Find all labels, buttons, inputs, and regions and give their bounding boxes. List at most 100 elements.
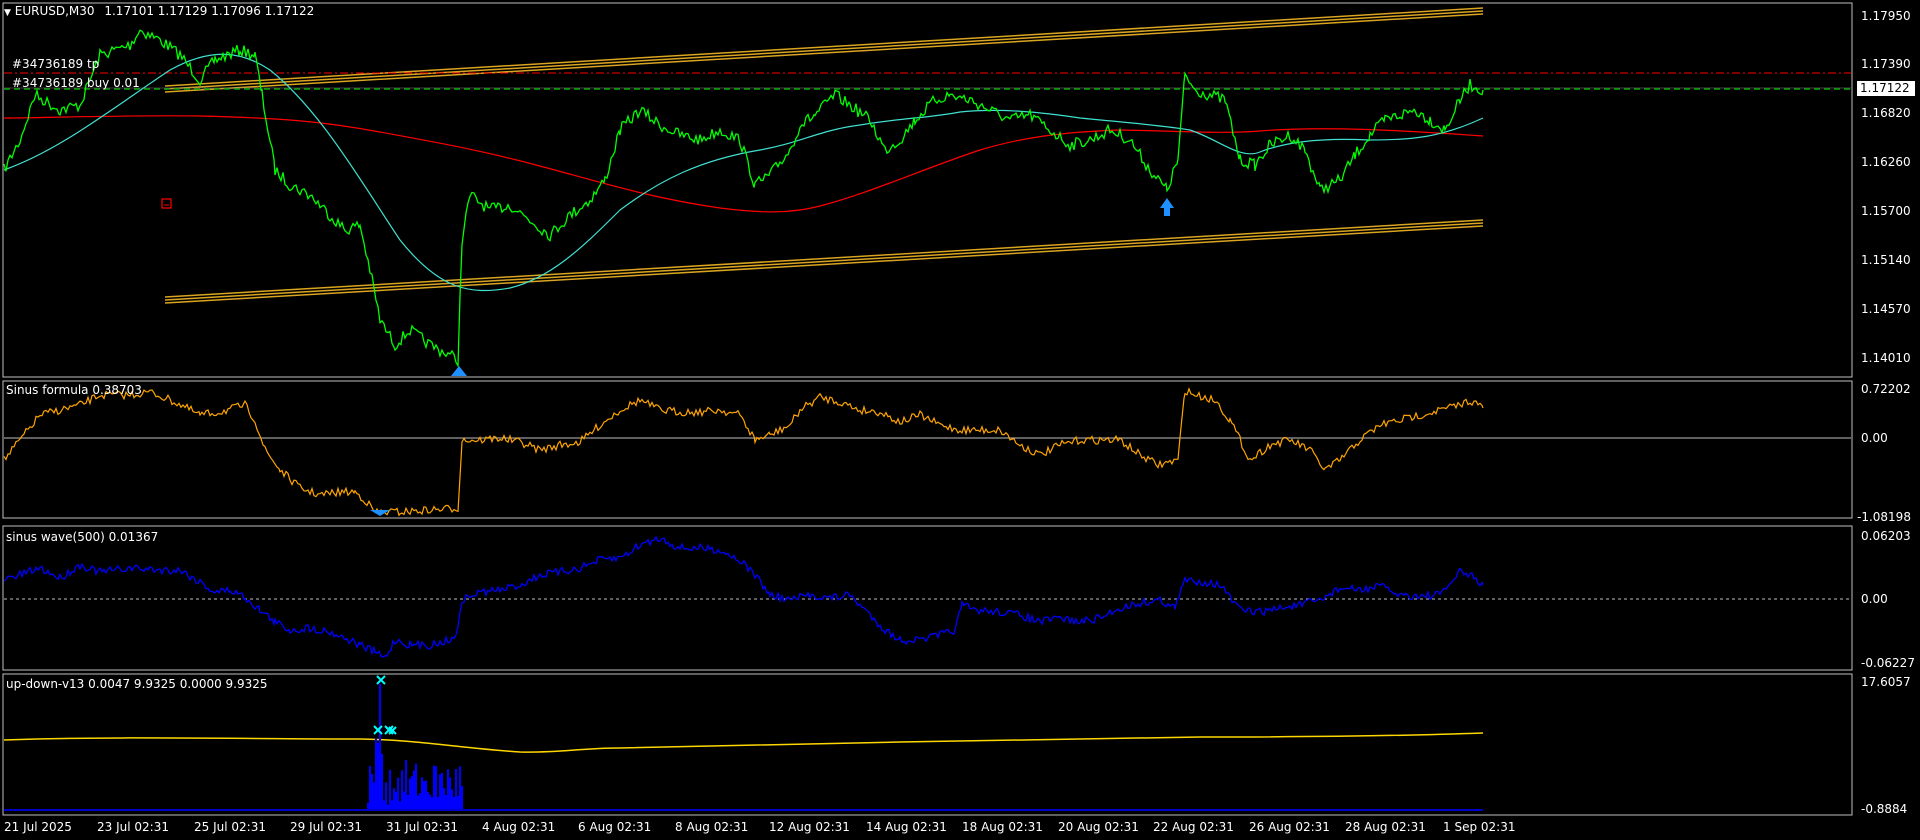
time-axis-label: 23 Jul 02:31 <box>97 820 169 834</box>
histogram-bar <box>419 793 421 810</box>
sinus-wave-axis-max: 0.06203 <box>1861 529 1911 543</box>
histogram-bar <box>457 795 459 810</box>
histogram-bar <box>371 773 373 810</box>
histogram-bar <box>395 791 397 810</box>
histogram-bar <box>439 774 441 810</box>
histogram-bar <box>459 766 461 810</box>
current-price-tag: 1.17122 <box>1857 81 1915 96</box>
histogram-bar <box>435 766 437 810</box>
time-axis-label: 26 Aug 02:31 <box>1249 820 1330 834</box>
cross-marker-icon <box>373 675 397 735</box>
histogram-bar <box>389 769 391 810</box>
histogram-bar <box>409 778 411 810</box>
price-axis-label: 1.14010 <box>1861 351 1911 365</box>
time-axis-label: 29 Jul 02:31 <box>290 820 362 834</box>
histogram-bar <box>437 796 439 810</box>
sinus-wave-axis-min: -0.06227 <box>1861 656 1915 670</box>
histogram-bar <box>461 786 463 810</box>
histogram-bar <box>399 801 401 810</box>
histogram-bar <box>407 795 409 810</box>
time-axis-label: 25 Jul 02:31 <box>194 820 266 834</box>
histogram-bar <box>403 791 405 810</box>
time-axis-label: 22 Aug 02:31 <box>1153 820 1234 834</box>
up-down-axis-max: 17.6057 <box>1861 675 1911 689</box>
histogram-bar <box>423 781 425 810</box>
histogram-bar <box>413 770 415 810</box>
histogram-bar <box>425 780 427 810</box>
symbol-name: EURUSD,M30 <box>14 4 95 18</box>
histogram-bar <box>373 782 375 810</box>
time-axis-label: 14 Aug 02:31 <box>866 820 947 834</box>
histogram-bar <box>393 788 395 810</box>
price-axis-label: 1.14570 <box>1861 302 1911 316</box>
histogram-bar <box>429 794 431 810</box>
signal-arrow-icon[interactable] <box>451 366 467 376</box>
histogram-bar <box>397 777 399 810</box>
dropdown-icon[interactable]: ▼ <box>4 8 11 18</box>
sinus-formula-title: Sinus formula 0.38703 <box>6 383 142 397</box>
sinus-formula-line <box>3 387 1484 517</box>
sinus-wave-axis-zero: 0.00 <box>1861 592 1888 606</box>
slow-ma-line <box>3 115 1484 213</box>
price-axis-label: 1.17950 <box>1861 9 1911 23</box>
time-axis-label: 20 Aug 02:31 <box>1058 820 1139 834</box>
time-axis-label: 18 Aug 02:31 <box>962 820 1043 834</box>
histogram-bar <box>391 800 393 810</box>
buy-arrow-icon[interactable] <box>1160 198 1174 216</box>
histogram-bar <box>379 684 381 810</box>
order-buy-label[interactable]: #34736189 buy 0.01 <box>12 76 140 90</box>
price-axis-label: 1.17390 <box>1861 57 1911 71</box>
histogram-bar <box>369 765 371 810</box>
histogram-bar <box>433 765 435 810</box>
price-axis-label: 1.16260 <box>1861 155 1911 169</box>
histogram-bar <box>377 742 379 810</box>
upper-channel[interactable] <box>164 7 1484 93</box>
histogram-bar <box>421 777 423 810</box>
up-down-histogram <box>367 684 463 810</box>
ohlc-values: 1.17101 1.17129 1.17096 1.17122 <box>104 4 315 18</box>
main-panel-border <box>2 2 1853 378</box>
time-axis-label: 12 Aug 02:31 <box>769 820 850 834</box>
histogram-bar <box>417 795 419 810</box>
histogram-bar <box>427 791 429 810</box>
histogram-bar <box>411 776 413 810</box>
histogram-bar <box>453 797 455 810</box>
histogram-bar <box>415 763 417 810</box>
histogram-bar <box>405 760 407 810</box>
up-down-title: up-down-v13 0.0047 9.9325 0.0000 9.9325 <box>6 677 268 691</box>
time-axis-label: 1 Sep 02:31 <box>1443 820 1516 834</box>
sinus-wave-line <box>3 535 1484 658</box>
time-axis-label: 4 Aug 02:31 <box>482 820 556 834</box>
sinus-formula-axis-min: -1.08198 <box>1857 510 1911 524</box>
sinus-formula-axis-max: 0.72202 <box>1861 382 1911 396</box>
time-axis-label: 31 Jul 02:31 <box>386 820 458 834</box>
up-down-panel-border <box>2 673 1853 816</box>
order-tp-label[interactable]: #34736189 tp <box>12 57 99 71</box>
price-axis-label: 1.15700 <box>1861 204 1911 218</box>
sinus-formula-panel-border <box>2 380 1853 519</box>
time-axis-label: 21 Jul 2025 <box>4 820 72 834</box>
up-down-axis-min: -0.8884 <box>1861 802 1908 816</box>
histogram-bar <box>447 769 449 810</box>
order-marker-icon[interactable] <box>161 198 172 209</box>
histogram-bar <box>401 770 403 810</box>
price-axis-label: 1.15140 <box>1861 253 1911 267</box>
histogram-bar <box>431 797 433 810</box>
histogram-bar <box>449 777 451 810</box>
symbol-header[interactable]: ▼ EURUSD,M30 1.17101 1.17129 1.17096 1.1… <box>4 4 314 18</box>
time-axis-label: 8 Aug 02:31 <box>675 820 749 834</box>
price-axis-label: 1.16820 <box>1861 106 1911 120</box>
sinus-wave-title: sinus wave(500) 0.01367 <box>6 530 159 544</box>
histogram-bar <box>443 788 445 810</box>
lower-channel[interactable] <box>164 219 1484 304</box>
sinus-wave-panel-border <box>2 525 1853 671</box>
histogram-bar <box>455 768 457 810</box>
histogram-bar <box>383 800 385 810</box>
time-axis-label: 28 Aug 02:31 <box>1345 820 1426 834</box>
histogram-bar <box>385 782 387 810</box>
histogram-bar <box>381 753 383 810</box>
sinus-formula-axis-zero: 0.00 <box>1861 431 1888 445</box>
up-down-line <box>3 732 1484 753</box>
chart-canvas[interactable] <box>0 0 1920 840</box>
histogram-bar <box>445 795 447 810</box>
